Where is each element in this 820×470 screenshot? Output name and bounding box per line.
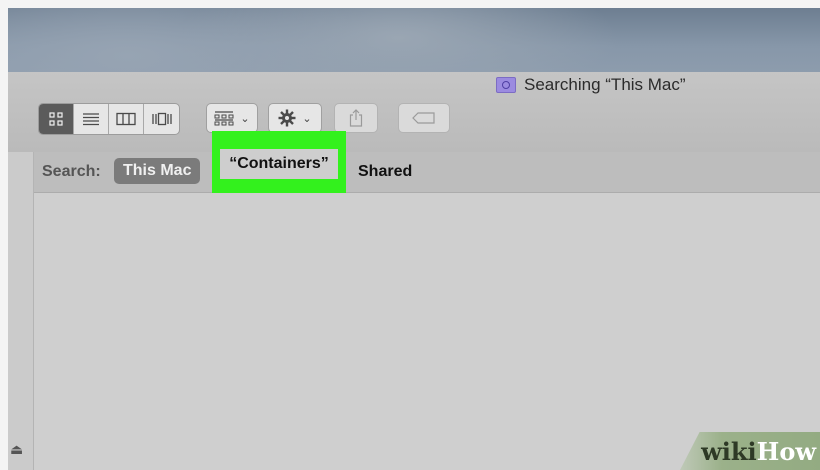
search-folder-icon xyxy=(496,77,516,93)
desktop-wallpaper xyxy=(8,8,820,72)
column-view-button[interactable] xyxy=(109,104,144,134)
tag-button[interactable] xyxy=(398,103,450,133)
watermark-how: How xyxy=(756,436,816,466)
finder-screen: Searching “This Mac” ⌄ ⌄ Search: This Ma… xyxy=(8,8,820,470)
scope-this-mac[interactable]: This Mac xyxy=(114,158,201,184)
chevron-down-icon: ⌄ xyxy=(302,111,312,125)
share-icon xyxy=(349,109,363,127)
sidebar-strip: ⏏ xyxy=(8,152,34,470)
action-button[interactable]: ⌄ xyxy=(268,103,322,133)
share-button[interactable] xyxy=(334,103,378,133)
eject-icon[interactable]: ⏏ xyxy=(10,441,23,458)
cover-flow-button[interactable] xyxy=(144,104,179,134)
column-view-icon xyxy=(116,112,136,126)
gear-icon xyxy=(278,109,296,127)
list-view-button[interactable] xyxy=(74,104,109,134)
chevron-down-icon: ⌄ xyxy=(240,111,250,125)
results-area xyxy=(34,193,820,470)
wikihow-watermark: wiki How xyxy=(680,432,820,470)
icon-view-icon xyxy=(49,112,63,126)
cover-flow-icon xyxy=(151,112,172,126)
window-title: Searching “This Mac” xyxy=(496,73,686,97)
search-label: Search: xyxy=(42,163,101,180)
tag-icon xyxy=(412,112,435,124)
icon-view-button[interactable] xyxy=(39,104,74,134)
watermark-wiki: wiki xyxy=(701,436,757,466)
group-by-icon xyxy=(214,111,234,126)
group-by-button[interactable]: ⌄ xyxy=(206,103,258,133)
window-title-text: Searching “This Mac” xyxy=(524,75,686,94)
scope-shared[interactable]: Shared xyxy=(358,163,412,181)
list-view-icon xyxy=(83,113,99,126)
scope-containers[interactable]: “Containers” xyxy=(220,149,338,179)
view-mode-control xyxy=(38,103,180,135)
